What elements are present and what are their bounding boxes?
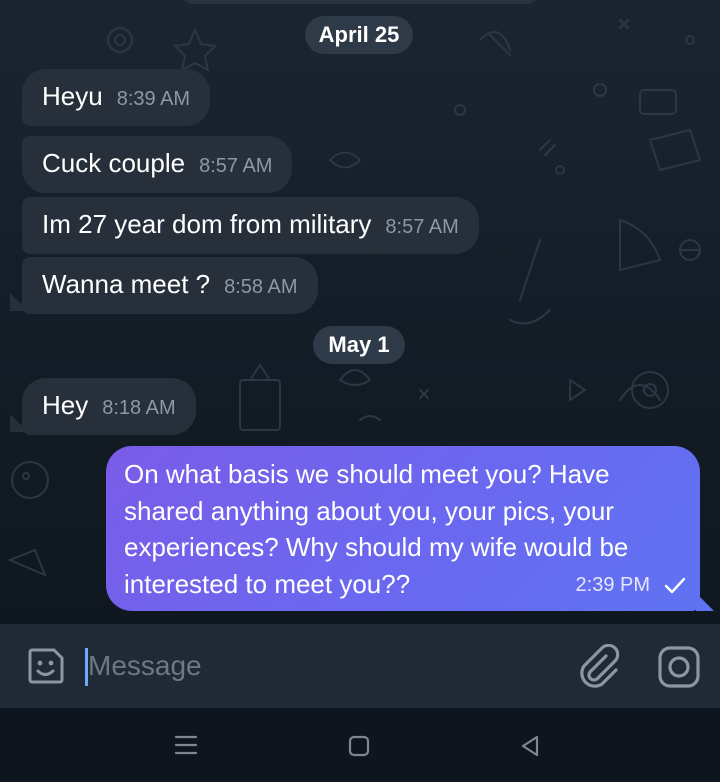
message-text-line: On what basis we should meet you? Have [124, 459, 610, 489]
message-text: Im 27 year dom from military [42, 209, 372, 239]
date-separator: April 25 [305, 16, 413, 54]
message-time: 8:57 AM [199, 155, 273, 177]
chat-area[interactable]: April 25 Heyu 8:39 AM Cuck couple 8:57 AM … [0, 0, 720, 624]
message-text-line: experiences? Why should my wife would be [124, 532, 629, 562]
message-time: 2:39 PM [575, 573, 650, 596]
message-text: Wanna meet ? [42, 269, 211, 299]
single-check-icon [664, 577, 686, 593]
incoming-message[interactable]: Wanna meet ? 8:58 AM [22, 257, 318, 314]
message-input[interactable]: Message [88, 648, 202, 684]
message-text: Hey [42, 390, 89, 420]
date-separator: May 1 [313, 326, 405, 364]
message-text: Heyu [42, 81, 103, 111]
date-label: April 25 [318, 22, 400, 47]
previous-message-edge [180, 0, 540, 4]
message-time: 8:58 AM [224, 276, 298, 298]
outgoing-message[interactable]: On what basis we should meet you? Have s… [106, 446, 700, 611]
message-time: 8:18 AM [102, 397, 176, 419]
incoming-message[interactable]: Hey 8:18 AM [22, 378, 196, 435]
incoming-message[interactable]: Heyu 8:39 AM [22, 69, 211, 126]
message-text-line: shared anything about you, your pics, yo… [124, 495, 614, 526]
date-label: May 1 [328, 332, 390, 357]
attach-paperclip-icon[interactable] [576, 644, 620, 690]
message-meta: 2:39 PM [576, 567, 686, 604]
back-triangle-icon[interactable] [518, 734, 542, 758]
camera-icon[interactable] [656, 644, 702, 690]
emoji-sticker-icon[interactable] [24, 644, 68, 688]
home-square-icon[interactable] [347, 734, 371, 758]
message-time: 8:57 AM [385, 216, 459, 238]
recents-menu-icon[interactable] [174, 734, 198, 756]
incoming-message[interactable]: Im 27 year dom from military 8:57 AM [22, 197, 479, 254]
incoming-message[interactable]: Cuck couple 8:57 AM [22, 136, 293, 193]
message-time: 8:39 AM [116, 88, 191, 110]
message-text: Cuck couple [42, 148, 186, 178]
